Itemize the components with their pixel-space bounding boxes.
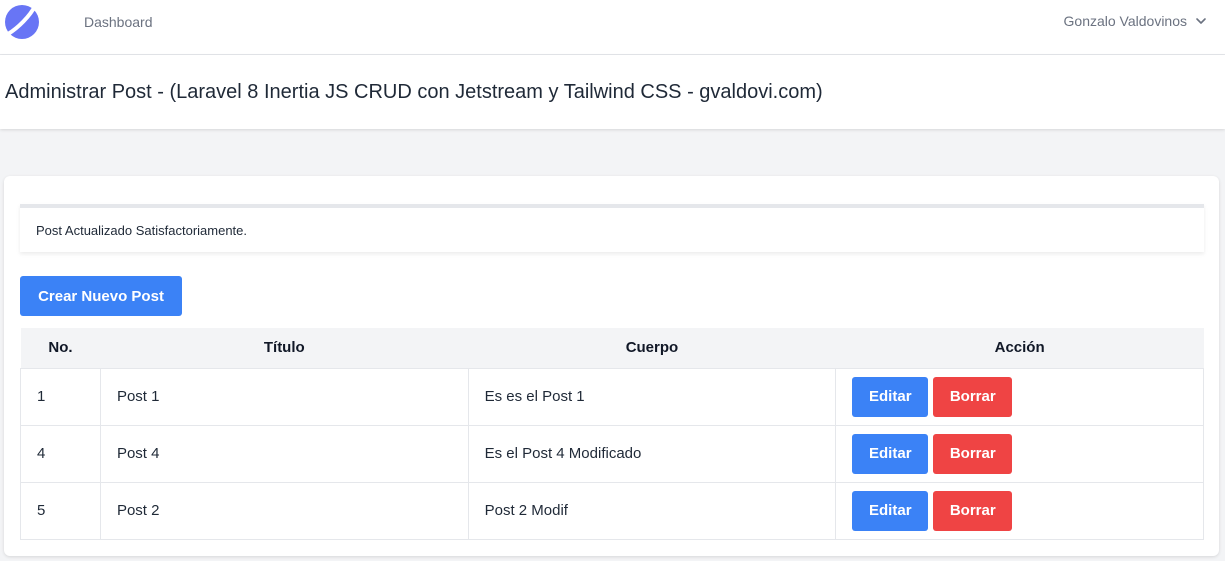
- user-name: Gonzalo Valdovinos: [1063, 13, 1187, 29]
- page-header: Administrar Post - (Laravel 8 Inertia JS…: [0, 55, 1225, 129]
- cell-body: Es el Post 4 Modificado: [467, 424, 837, 483]
- cell-actions: Editar Borrar: [835, 367, 1204, 426]
- cell-body: Es es el Post 1: [467, 367, 837, 426]
- column-header-title: Título: [100, 328, 469, 368]
- cell-id: 1: [20, 367, 101, 426]
- column-header-body: Cuerpo: [468, 328, 836, 368]
- cell-actions: Editar Borrar: [835, 481, 1204, 540]
- flash-message: Post Actualizado Satisfactoriamente.: [36, 223, 248, 238]
- edit-button[interactable]: Editar: [852, 376, 929, 417]
- cell-id: 4: [20, 424, 101, 483]
- chevron-down-icon: [1196, 18, 1206, 24]
- delete-button[interactable]: Borrar: [933, 376, 1013, 417]
- cell-id: 5: [20, 481, 101, 540]
- table-header-row: No. Título Cuerpo Acción: [20, 328, 1204, 368]
- edit-button[interactable]: Editar: [852, 490, 929, 531]
- delete-button[interactable]: Borrar: [933, 433, 1013, 474]
- delete-button[interactable]: Borrar: [933, 490, 1013, 531]
- cell-title: Post 1: [99, 367, 469, 426]
- page-title: Administrar Post - (Laravel 8 Inertia JS…: [5, 81, 823, 103]
- flash-alert: Post Actualizado Satisfactoriamente.: [20, 204, 1204, 252]
- table-row: 4 Post 4 Es el Post 4 Modificado Editar B…: [20, 424, 1204, 483]
- cell-body: Post 2 Modif: [467, 481, 837, 540]
- user-menu-button[interactable]: Gonzalo Valdovinos: [1064, 13, 1207, 29]
- cell-actions: Editar Borrar: [835, 424, 1204, 483]
- table-row: 5 Post 2 Post 2 Modif Editar Borrar: [20, 481, 1204, 540]
- cell-title: Post 2: [99, 481, 469, 540]
- posts-table: No. Título Cuerpo Acción 1 Post 1 Es es …: [20, 328, 1204, 540]
- cell-title: Post 4: [99, 424, 469, 483]
- column-header-action: Acción: [835, 328, 1204, 368]
- create-post-button[interactable]: Crear Nuevo Post: [20, 276, 182, 316]
- edit-button[interactable]: Editar: [852, 433, 929, 474]
- table-row: 1 Post 1 Es es el Post 1 Editar Borrar: [20, 367, 1204, 426]
- top-navigation: Dashboard Gonzalo Valdovinos: [0, 0, 1225, 55]
- dashboard-link[interactable]: Dashboard: [84, 14, 153, 30]
- content-card: Post Actualizado Satisfactoriamente. Cre…: [4, 176, 1219, 556]
- jetstream-logo-icon[interactable]: [4, 4, 40, 40]
- column-header-no: No.: [20, 328, 101, 368]
